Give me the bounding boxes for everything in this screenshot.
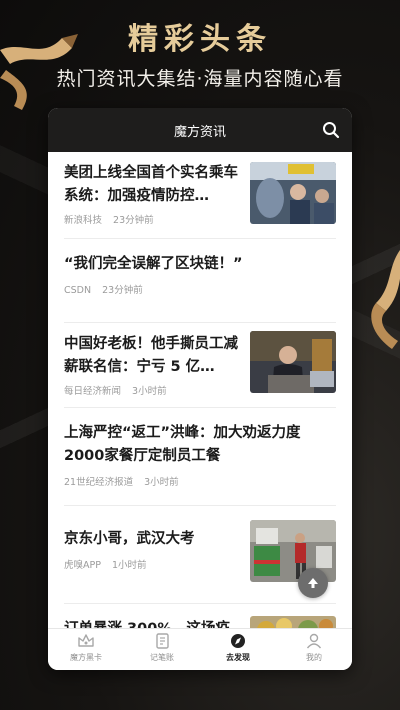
news-item[interactable]: “我们完全误解了区块链！” CSDN 23分钟前 bbox=[64, 239, 336, 323]
news-source: 虎嗅APP bbox=[64, 560, 101, 571]
news-item[interactable]: 美团上线全国首个实名乘车系统：加强疫情防控… 新浪科技 23分钟前 bbox=[64, 152, 336, 239]
arrow-up-icon bbox=[308, 578, 318, 588]
news-title: 中国好老板！他手撕员工减薪联名信：宁亏 5 亿… bbox=[64, 336, 238, 375]
news-title: 上海严控“返工”洪峰：加大劝返力度 2000家餐厅定制员工餐 bbox=[64, 425, 301, 464]
news-title: 美团上线全国首个实名乘车系统：加强疫情防控… bbox=[64, 165, 238, 204]
tab-notes[interactable]: 记笔账 bbox=[124, 629, 200, 670]
app-preview-frame: 魔方资讯 美团上线全国首个实名乘车系统：加强疫情防控… 新浪科技 23分钟前 “… bbox=[48, 108, 352, 670]
tab-profile[interactable]: 我的 bbox=[276, 629, 352, 670]
news-time: 3小时前 bbox=[144, 477, 179, 488]
news-thumbnail-image bbox=[250, 331, 336, 393]
news-source: CSDN bbox=[64, 285, 92, 296]
hero-subtitle: 热门资讯大集结·海量内容随心看 bbox=[56, 68, 344, 90]
news-meta: 虎嗅APP 1小时前 bbox=[64, 557, 240, 571]
user-icon bbox=[306, 633, 322, 649]
back-to-top-button[interactable] bbox=[298, 568, 328, 598]
crown-icon bbox=[78, 634, 94, 647]
bottom-tab-bar: 魔方黑卡 记笔账 去发现 我的 bbox=[48, 628, 352, 670]
news-time: 1小时前 bbox=[112, 560, 147, 571]
search-icon[interactable] bbox=[322, 121, 340, 139]
news-time: 23分钟前 bbox=[113, 215, 154, 226]
hero-title: 精彩头条 bbox=[128, 22, 272, 57]
tab-black-card[interactable]: 魔方黑卡 bbox=[48, 629, 124, 670]
compass-icon bbox=[231, 634, 245, 648]
news-item[interactable]: 京东小哥，武汉大考 虎嗅APP 1小时前 bbox=[64, 506, 336, 604]
news-meta: 新浪科技 23分钟前 bbox=[64, 212, 240, 226]
news-item[interactable]: 上海严控“返工”洪峰：加大劝返力度 2000家餐厅定制员工餐 21世纪经济报道 … bbox=[64, 408, 336, 506]
tab-label: 魔方黑卡 bbox=[70, 653, 102, 662]
news-thumbnail-image bbox=[250, 616, 336, 628]
tab-label: 我的 bbox=[306, 653, 322, 662]
news-time: 3小时前 bbox=[132, 386, 167, 397]
news-title: 京东小哥，武汉大考 bbox=[64, 531, 195, 547]
news-meta: 每日经济新闻 3小时前 bbox=[64, 383, 240, 397]
app-header-title: 魔方资讯 bbox=[173, 124, 226, 140]
news-title: “我们完全误解了区块链！” bbox=[64, 256, 243, 272]
news-item[interactable]: 订单暴涨 300%，这场疫 bbox=[64, 604, 336, 628]
tab-discover[interactable]: 去发现 bbox=[200, 629, 276, 670]
news-thumbnail-image bbox=[250, 162, 336, 224]
news-time: 23分钟前 bbox=[102, 285, 143, 296]
news-meta: 21世纪经济报道 3小时前 bbox=[64, 474, 336, 488]
news-item[interactable]: 中国好老板！他手撕员工减薪联名信：宁亏 5 亿… 每日经济新闻 3小时前 bbox=[64, 323, 336, 408]
news-source: 新浪科技 bbox=[64, 215, 103, 226]
news-feed: 美团上线全国首个实名乘车系统：加强疫情防控… 新浪科技 23分钟前 “我们完全误… bbox=[48, 152, 352, 628]
gold-ribbon-decoration-right bbox=[371, 250, 400, 349]
tab-label: 记笔账 bbox=[150, 653, 174, 662]
news-source: 21世纪经济报道 bbox=[64, 477, 134, 488]
tab-label: 去发现 bbox=[226, 653, 250, 662]
app-header: 魔方资讯 bbox=[48, 108, 352, 152]
news-source: 每日经济新闻 bbox=[64, 386, 122, 397]
note-icon bbox=[156, 633, 169, 649]
news-meta: CSDN 23分钟前 bbox=[64, 282, 336, 296]
news-title: 订单暴涨 300%，这场疫 bbox=[64, 618, 240, 628]
